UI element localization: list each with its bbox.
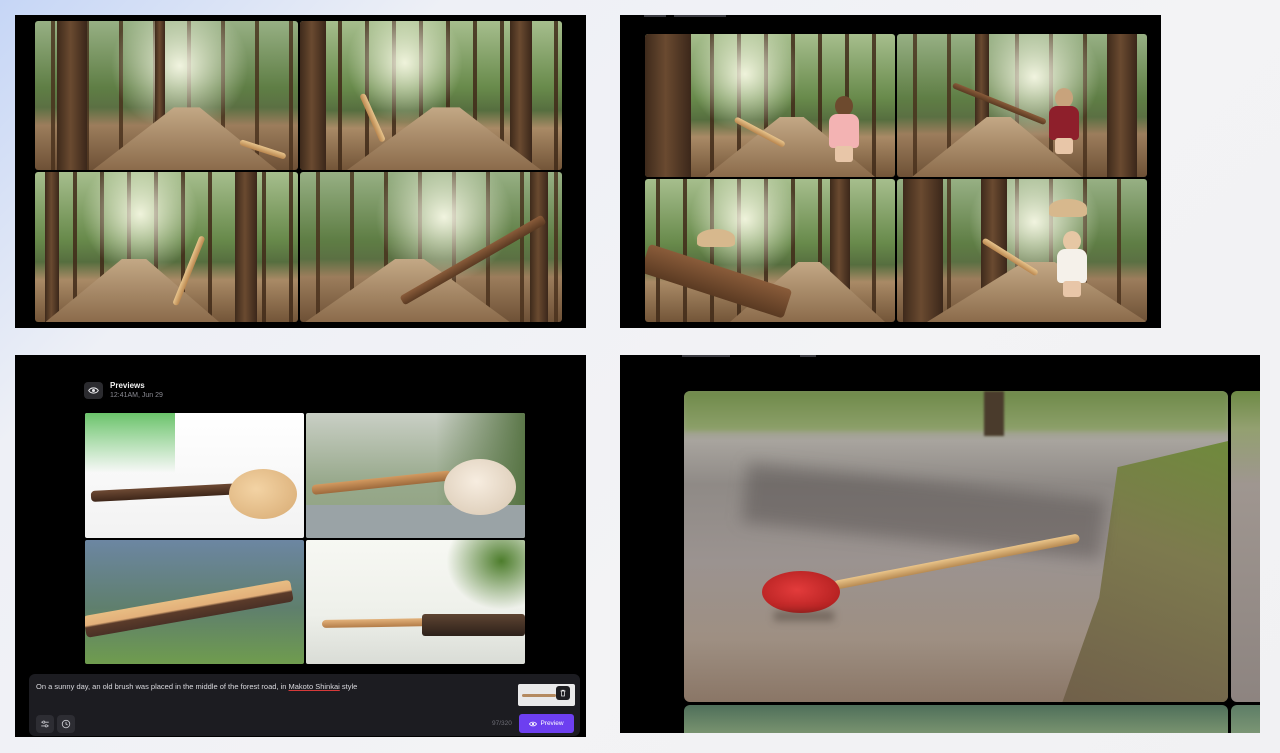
prompt-box: On a sunny day, an old brush was placed … [29, 674, 580, 736]
trash-icon [560, 689, 566, 697]
adjacent-image-right[interactable] [1231, 391, 1260, 702]
previews-timestamp: 12:41AM, Jun 29 [110, 392, 163, 399]
panel-header-stub [674, 15, 726, 17]
preview-image-1[interactable] [85, 413, 304, 538]
panel-header-stub [800, 355, 816, 357]
preview-button[interactable]: Preview [519, 714, 574, 733]
generated-image-5[interactable] [645, 34, 895, 177]
reference-image-thumbnail[interactable] [518, 684, 575, 706]
history-button[interactable] [57, 715, 75, 733]
clock-icon [61, 719, 71, 729]
generated-image-3[interactable] [35, 172, 298, 322]
preview-image-4[interactable] [306, 540, 525, 664]
preview-button-label: Preview [540, 720, 564, 727]
generated-image-1[interactable] [35, 21, 298, 170]
previews-eye-icon [84, 382, 103, 399]
generation-panel-top-right [620, 15, 1161, 328]
generated-image-7[interactable] [645, 179, 895, 322]
preview-image-3[interactable] [85, 540, 304, 664]
eye-icon [529, 721, 538, 726]
character-count: 97/320 [492, 720, 512, 727]
prompt-underlined-word: Makoto Shinkai [288, 682, 340, 691]
eye-icon [88, 387, 99, 394]
adjacent-image-below-right[interactable] [1231, 705, 1260, 733]
previews-title: Previews [110, 381, 145, 390]
enlarged-view-panel [620, 355, 1260, 733]
preview-image-2[interactable] [306, 413, 525, 538]
generated-image-8[interactable] [897, 179, 1147, 322]
delete-reference-button[interactable] [556, 686, 570, 700]
generated-image-6[interactable] [897, 34, 1147, 177]
generation-panel-top-left [15, 15, 586, 328]
settings-button[interactable] [36, 715, 54, 733]
enlarged-image[interactable] [684, 391, 1228, 702]
generated-image-4[interactable] [300, 172, 562, 322]
prompt-input[interactable]: On a sunny day, an old brush was placed … [36, 682, 357, 691]
sliders-icon [41, 720, 49, 728]
generated-image-2[interactable] [300, 21, 562, 170]
panel-header-stub [644, 15, 666, 17]
panel-header-stub [682, 355, 730, 357]
adjacent-image-below[interactable] [684, 705, 1228, 733]
